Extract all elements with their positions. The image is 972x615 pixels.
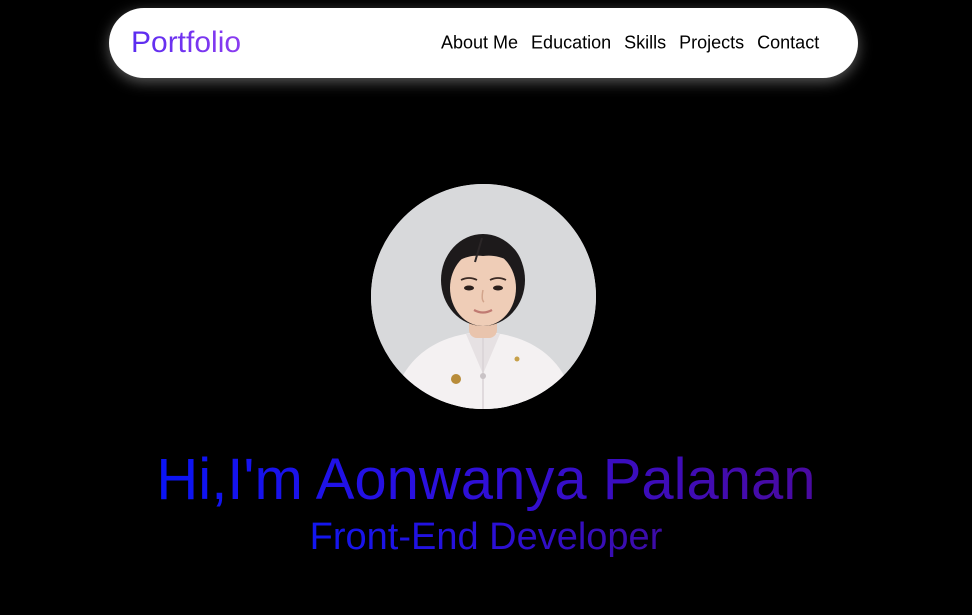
nav-link-about-me[interactable]: About Me <box>441 33 518 53</box>
page: Portfolio About Me Education Skills Proj… <box>0 0 972 615</box>
logo-link[interactable]: Portfolio <box>131 28 241 58</box>
profile-photo-illustration <box>371 184 596 409</box>
nav-item-projects: Projects <box>679 33 744 54</box>
nav-item-about-me: About Me <box>441 33 518 54</box>
nav-link-skills[interactable]: Skills <box>624 33 666 53</box>
hero-greeting-text: Hi,I'm Aonwanya Palanan <box>156 447 816 512</box>
hero-role: Front-End Developer <box>0 516 972 558</box>
nav-links: About Me Education Skills Projects Conta… <box>441 33 819 54</box>
nav-item-education: Education <box>531 33 611 54</box>
nav-link-contact[interactable]: Contact <box>757 33 819 53</box>
nav-item-skills: Skills <box>624 33 666 54</box>
hero-role-text: Front-End Developer <box>309 516 663 558</box>
nav-link-education[interactable]: Education <box>531 33 611 53</box>
nav-item-contact: Contact <box>757 33 819 54</box>
hero-greeting: Hi,I'm Aonwanya Palanan <box>0 448 972 512</box>
profile-photo <box>371 184 596 409</box>
navbar: Portfolio About Me Education Skills Proj… <box>109 8 858 78</box>
nav-link-projects[interactable]: Projects <box>679 33 744 53</box>
